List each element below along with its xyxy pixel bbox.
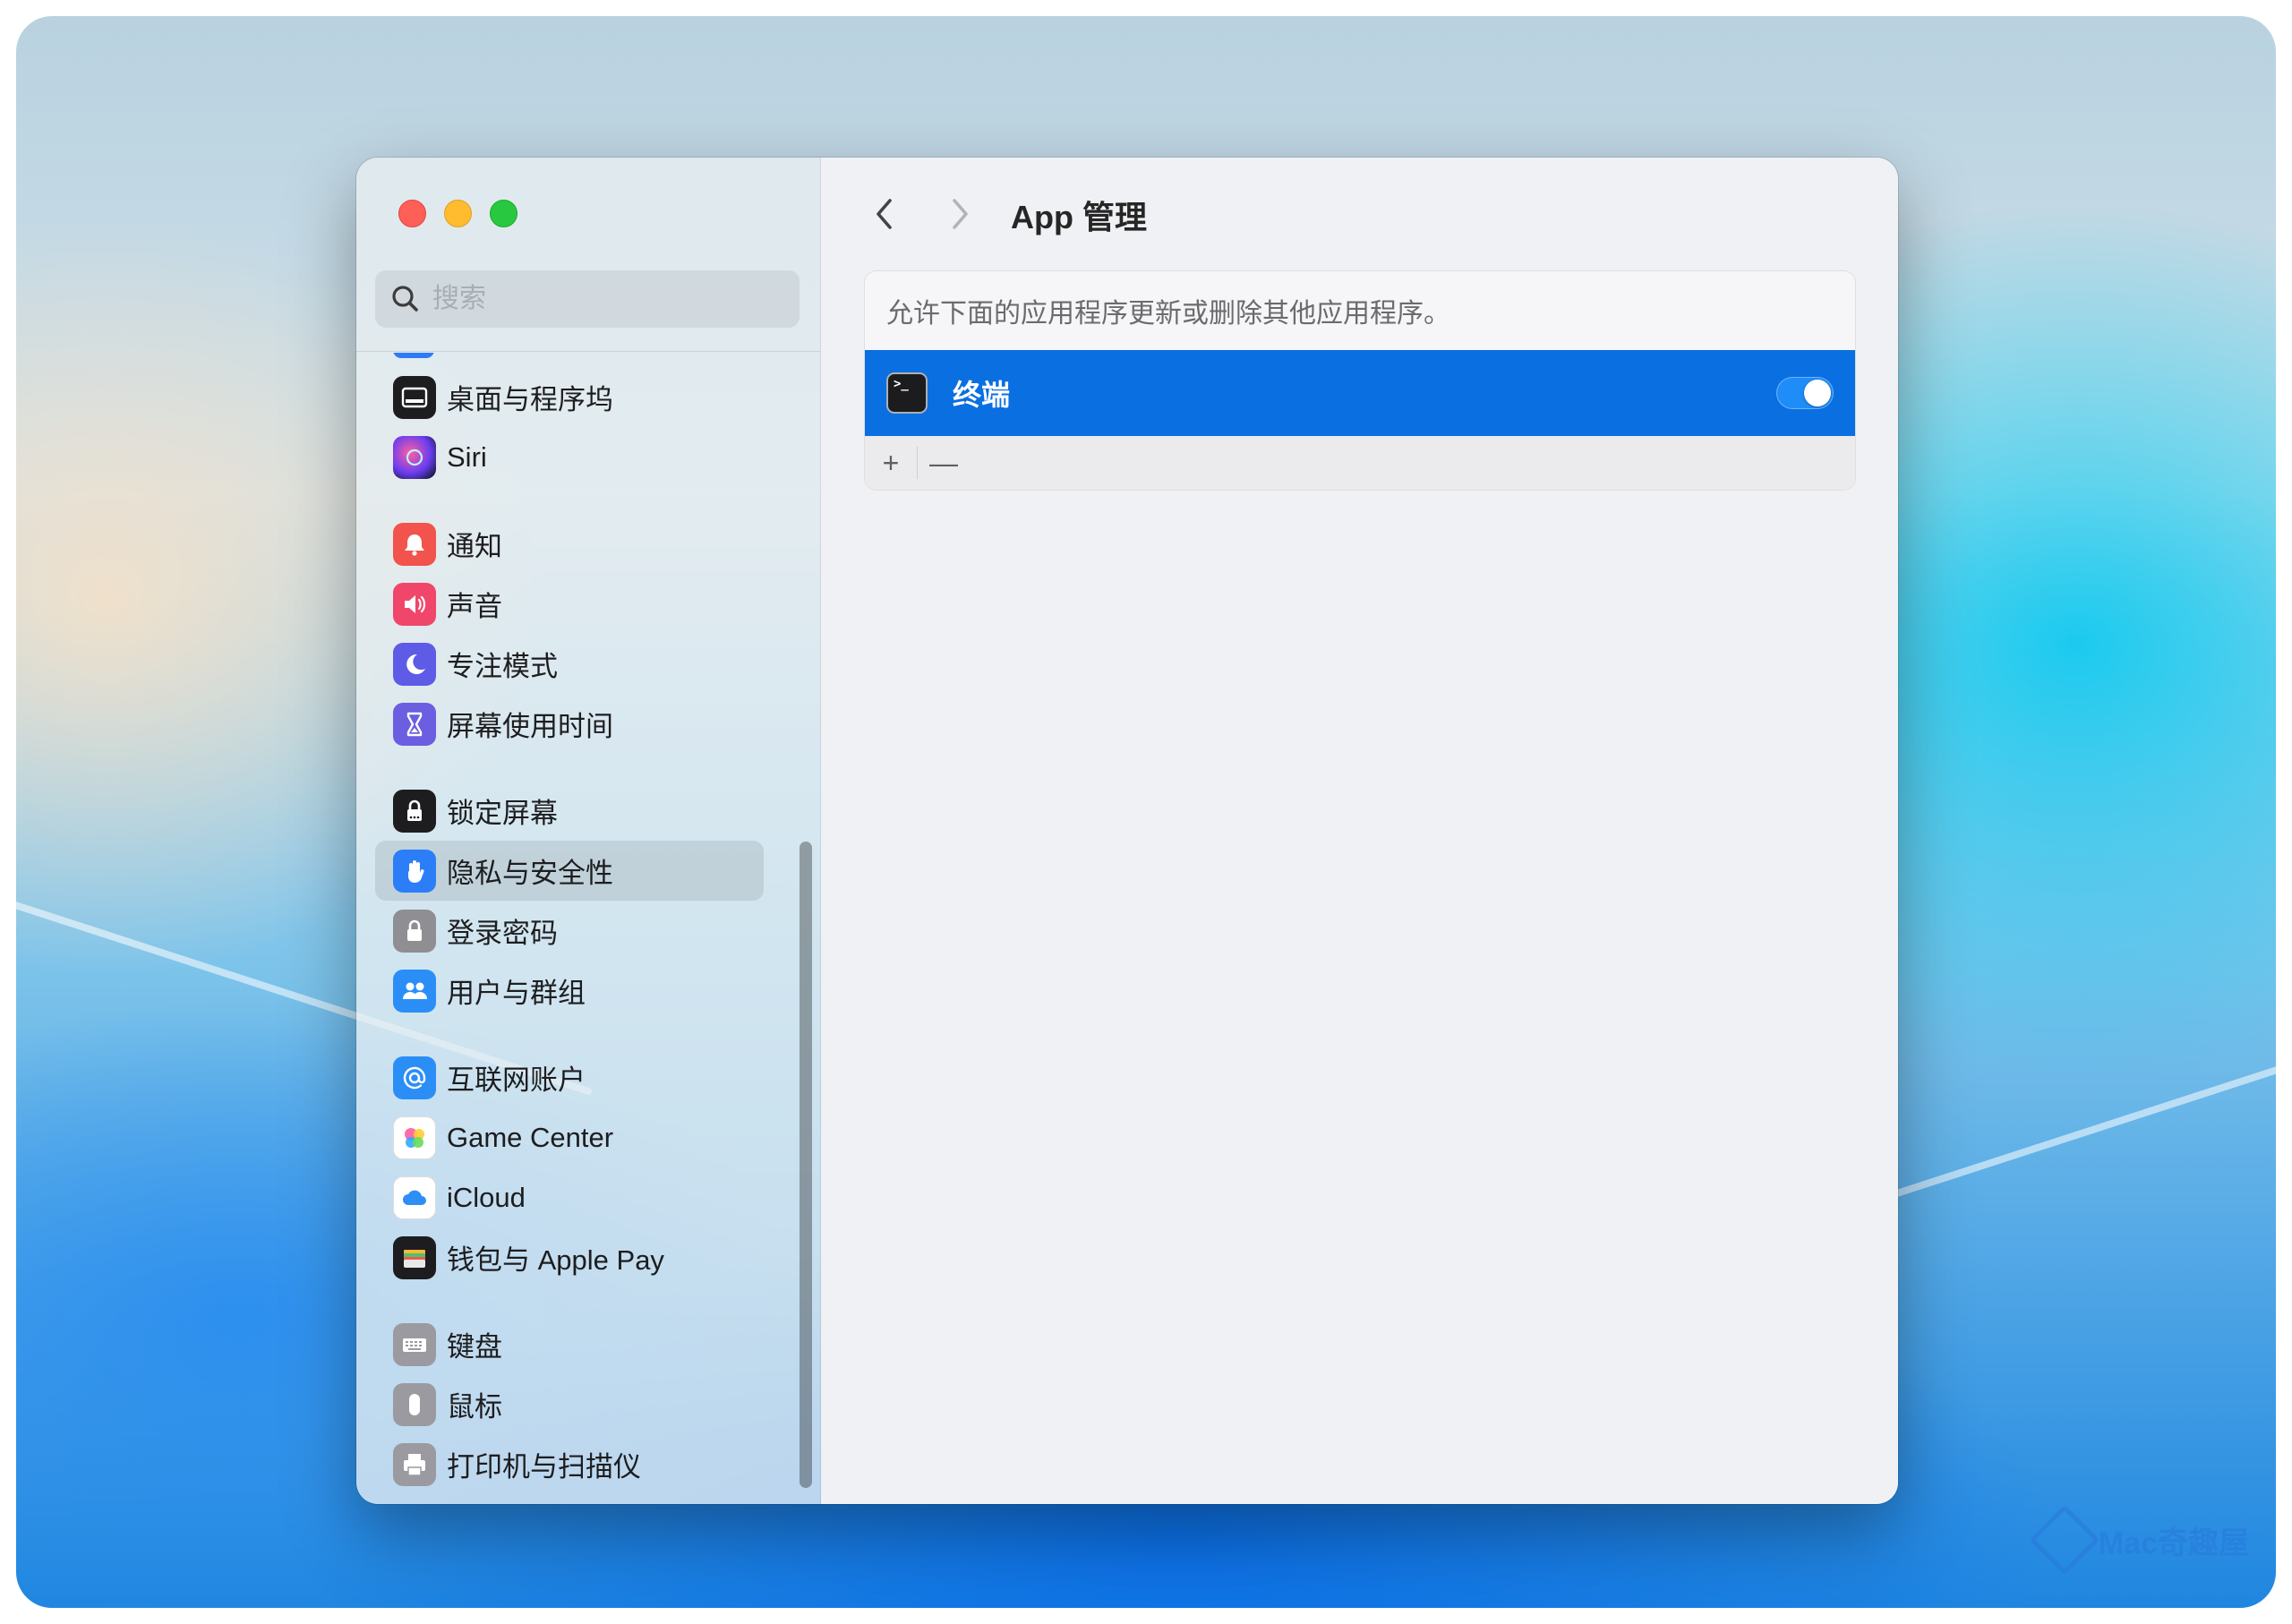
sidebar-item-label: 专注模式 — [447, 651, 558, 682]
zoom-button[interactable] — [490, 200, 517, 227]
padlock-icon — [393, 909, 436, 953]
sidebar-item-privacy-security[interactable]: 隐私与安全性 — [375, 841, 764, 901]
sidebar-item-label: Game Center — [447, 1121, 614, 1153]
sidebar-item-label: 用户与群组 — [447, 978, 586, 1009]
sidebar-item-notifications[interactable]: 通知 — [375, 514, 764, 574]
sidebar-item-label: 声音 — [447, 591, 502, 622]
sidebar-item-label: Siri — [447, 440, 487, 473]
sidebar: 桌面与程序坞 Siri 通知 — [356, 158, 821, 1504]
sidebar-item-keyboard[interactable]: 键盘 — [375, 1314, 764, 1374]
sidebar-item-label: 登录密码 — [447, 918, 558, 949]
sidebar-item-users-groups[interactable]: 用户与群组 — [375, 961, 764, 1021]
users-icon — [393, 969, 436, 1013]
app-list-row[interactable]: >_ 终端 — [865, 350, 1855, 436]
printer-icon — [393, 1442, 436, 1486]
hand-icon — [393, 849, 436, 893]
page-title: App 管理 — [1011, 199, 1147, 235]
sidebar-group: 键盘 鼠标 打印机与扫描仪 — [356, 1314, 820, 1494]
sidebar-item-wallet-apple-pay[interactable]: 钱包与 Apple Pay — [375, 1227, 764, 1287]
sidebar-item-label: 锁定屏幕 — [447, 798, 558, 829]
mouse-icon — [393, 1382, 436, 1426]
lock-screen-icon — [393, 789, 436, 833]
game-center-icon — [393, 1115, 436, 1159]
app-name: 终端 — [953, 379, 1011, 411]
sidebar-item-focus[interactable]: 专注模式 — [375, 634, 764, 694]
sidebar-item-icloud[interactable]: iCloud — [375, 1167, 764, 1227]
sidebar-group: 通知 声音 专注模式 屏幕使用时间 — [356, 514, 820, 754]
close-button[interactable] — [398, 200, 426, 227]
siri-icon — [393, 435, 436, 479]
sidebar-divider — [356, 351, 820, 352]
sidebar-item-label: 互联网账户 — [447, 1064, 586, 1096]
sidebar-group: 桌面与程序坞 Siri — [356, 367, 820, 487]
list-toolbar: + — — [865, 436, 1855, 490]
watermark: Mac奇趣屋 — [2029, 1504, 2249, 1576]
hourglass-icon — [393, 702, 436, 746]
watermark-text: Mac奇趣屋 — [2098, 1526, 2249, 1560]
sidebar-list: 桌面与程序坞 Siri 通知 声音 专注模式 屏幕使用时间 锁定屏幕 隐私与安全… — [356, 353, 820, 1504]
sidebar-item-label: iCloud — [447, 1181, 526, 1213]
back-button[interactable] — [866, 193, 902, 235]
sidebar-item-mouse[interactable]: 鼠标 — [375, 1374, 764, 1434]
sidebar-item-label: 键盘 — [447, 1331, 502, 1363]
search-icon — [392, 286, 418, 312]
sidebar-item-screen-time[interactable]: 屏幕使用时间 — [375, 694, 764, 754]
sidebar-item-label: 打印机与扫描仪 — [447, 1451, 641, 1483]
sidebar-group: 锁定屏幕 隐私与安全性 登录密码 用户与群组 — [356, 781, 820, 1021]
sidebar-item-sound[interactable]: 声音 — [375, 574, 764, 634]
sidebar-group: 互联网账户 Game Center iCloud 钱包与 Apple Pay — [356, 1047, 820, 1287]
watermark-logo-icon — [2029, 1504, 2100, 1576]
at-icon — [393, 1056, 436, 1099]
forward-button[interactable] — [943, 193, 979, 235]
sidebar-item-label: 桌面与程序坞 — [447, 384, 613, 415]
sidebar-item-label: 屏幕使用时间 — [447, 711, 613, 742]
add-app-button[interactable]: + — [865, 443, 917, 483]
dock-icon — [393, 375, 436, 419]
sidebar-item-desktop-dock[interactable]: 桌面与程序坞 — [375, 367, 764, 427]
sidebar-item-login-password[interactable]: 登录密码 — [375, 901, 764, 961]
sidebar-scrollbar-thumb[interactable] — [800, 842, 812, 1488]
sidebar-item-label: 钱包与 Apple Pay — [447, 1244, 664, 1276]
chevron-right-icon — [953, 199, 968, 229]
app-management-panel: 允许下面的应用程序更新或删除其他应用程序。 >_ 终端 + — — [864, 270, 1856, 491]
moon-icon — [393, 642, 436, 686]
sidebar-item-lock-screen[interactable]: 锁定屏幕 — [375, 781, 764, 841]
settings-window: 桌面与程序坞 Siri 通知 — [356, 158, 1898, 1504]
search-input[interactable] — [423, 269, 800, 329]
panel-description: 允许下面的应用程序更新或删除其他应用程序。 — [886, 299, 1450, 329]
sidebar-item-internet-accounts[interactable]: 互联网账户 — [375, 1047, 764, 1107]
toggle-knob — [1804, 380, 1831, 406]
chevron-left-icon — [877, 199, 892, 229]
main-content: App 管理 允许下面的应用程序更新或删除其他应用程序。 >_ 终端 + — — [821, 158, 1898, 1504]
sidebar-item-game-center[interactable]: Game Center — [375, 1107, 764, 1167]
sidebar-item-label: 隐私与安全性 — [447, 858, 613, 889]
app-permission-toggle[interactable] — [1776, 377, 1834, 409]
sidebar-item-siri[interactable]: Siri — [375, 427, 764, 487]
bell-icon — [393, 522, 436, 566]
cloud-icon — [393, 1175, 436, 1219]
sidebar-item-label: 通知 — [447, 531, 502, 562]
sidebar-item-label: 鼠标 — [447, 1391, 502, 1423]
partial-item-icon — [393, 353, 434, 358]
window-controls — [398, 200, 517, 227]
sidebar-item-printers-scanners[interactable]: 打印机与扫描仪 — [375, 1434, 764, 1494]
wallet-icon — [393, 1235, 436, 1279]
minimize-button[interactable] — [444, 200, 472, 227]
remove-app-button[interactable]: — — [918, 443, 970, 483]
speaker-icon — [393, 582, 436, 626]
search-box[interactable] — [375, 269, 800, 329]
terminal-icon: >_ — [886, 372, 928, 414]
keyboard-icon — [393, 1322, 436, 1366]
